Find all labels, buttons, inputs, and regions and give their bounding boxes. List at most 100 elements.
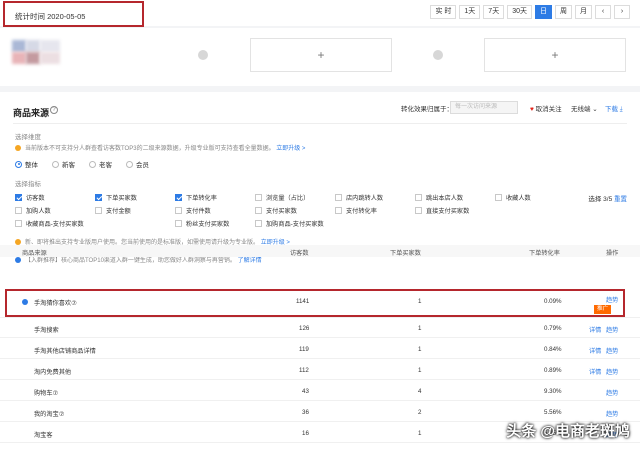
row-rate: 0.89%	[544, 367, 562, 374]
help-icon[interactable]: ?	[50, 106, 58, 114]
metric-visitors[interactable]: 访客数	[15, 193, 45, 202]
range-week-button[interactable]: 周	[555, 5, 572, 19]
dimension-notice: 当前版本不可支持分人群查看访客数TOP3的二级来源数据，升级专业版可支持查看全量…	[15, 143, 305, 152]
table-row[interactable]: 淘内免费其他 112 1 0.89% 详情 趋势	[0, 361, 640, 380]
date-range-display: 统计时间 2020-05-05	[3, 1, 144, 27]
add-product-card[interactable]: +	[250, 38, 392, 72]
radio-member[interactable]: 会员	[126, 159, 149, 169]
range-7day-button[interactable]: 7天	[483, 5, 505, 19]
row-rate: 5.56%	[544, 409, 562, 416]
product-compare-cards: + +	[0, 28, 640, 86]
metric-label: 选择指标	[15, 181, 41, 188]
cancel-follow-button[interactable]: ♥ 取消关注	[530, 103, 562, 113]
detail-link[interactable]: 详情	[589, 367, 601, 376]
download-button[interactable]: 下载 ⤓	[605, 103, 623, 114]
row-rate: 0.79%	[544, 325, 562, 332]
metric-pay-amount[interactable]: 支付金额	[95, 206, 131, 215]
metric-pay-items[interactable]: 支付件数	[175, 206, 211, 215]
metric-pay-buyers[interactable]: 支付买家数	[255, 206, 297, 215]
metric-fav-pay[interactable]: 收藏商品-支付买家数	[15, 219, 84, 228]
trend-link[interactable]: 趋势	[606, 346, 618, 355]
device-select[interactable]: 无线端 ⌄	[571, 103, 598, 113]
select-count: 选择 3/5 重置	[588, 196, 627, 203]
time-range-selector: 实 时 1天 7天 30天 日 周 月 ‹ ›	[430, 5, 630, 19]
trend-link[interactable]: 趋势	[606, 325, 618, 334]
range-day-button[interactable]: 日	[535, 5, 552, 19]
metric-add-cart[interactable]: 加购人数	[15, 206, 51, 215]
range-month-button[interactable]: 月	[575, 5, 592, 19]
metric-bounce[interactable]: 跳出本店人数	[415, 193, 463, 202]
col-buyers[interactable]: 下单买家数	[390, 248, 421, 257]
trend-link[interactable]: 趋势	[606, 367, 618, 376]
row-buyers: 1	[418, 325, 422, 332]
next-date-icon[interactable]: ›	[614, 5, 630, 19]
metric-cart-pay[interactable]: 加购商品-支付买家数	[255, 219, 324, 228]
row-buyers: 2	[418, 409, 422, 416]
metric-pageviews[interactable]: 浏览量（占比）	[255, 193, 309, 202]
detail-link[interactable]: 详情	[589, 325, 601, 334]
info-icon	[15, 257, 21, 263]
metric-pay-rate[interactable]: 支付转化率	[335, 206, 377, 215]
top-bar: 统计时间 2020-05-05 实 时 1天 7天 30天 日 周 月 ‹ ›	[0, 0, 640, 27]
row-visitors: 126	[299, 325, 310, 332]
reset-link[interactable]: 重置	[614, 196, 627, 203]
row-visitors: 112	[299, 367, 309, 374]
plus-icon: +	[317, 48, 325, 62]
prev-date-icon[interactable]: ‹	[595, 5, 611, 19]
trend-link[interactable]: 趋势	[606, 409, 618, 418]
range-1day-button[interactable]: 1天	[459, 5, 481, 19]
radio-overall[interactable]: 整体	[15, 159, 38, 169]
divider	[13, 123, 627, 124]
metric-direct-pay[interactable]: 直接支付买家数	[415, 206, 469, 215]
row-visitors: 36	[302, 409, 309, 416]
row-source: 购物车⑦	[34, 390, 59, 397]
row-source: 淘内免费其他	[34, 369, 72, 376]
conversion-label: 转化效果归属于：	[401, 106, 453, 113]
metric-order-rate[interactable]: 下单转化率	[175, 193, 217, 202]
learn-more-link[interactable]: 了解详情	[238, 258, 262, 264]
table-row[interactable]: 手淘其他店铺商品详情 119 1 0.84% 详情 趋势	[0, 340, 640, 359]
watermark: 头条 @电商老斑鸠	[506, 423, 630, 440]
warning-icon	[15, 145, 21, 151]
dimension-radios: 整体 新客 老客 会员	[15, 159, 149, 169]
row-highlight-box	[5, 289, 625, 317]
metric-fan-pay[interactable]: 粉丝支付买家数	[175, 219, 229, 228]
range-realtime-button[interactable]: 实 时	[430, 5, 457, 19]
plus-icon: +	[551, 48, 559, 62]
product-image-blurred	[12, 40, 64, 66]
metric-order-buyers[interactable]: 下单买家数	[95, 193, 137, 202]
row-source: 手淘其他店铺商品详情	[34, 348, 96, 355]
conversion-select[interactable]: 每一次访问来源	[450, 101, 518, 114]
row-source: 淘宝客	[34, 432, 53, 439]
col-rate[interactable]: 下单转化率	[529, 248, 560, 257]
metric-inner-jump[interactable]: 店内跳转人数	[335, 193, 383, 202]
row-buyers: 1	[418, 346, 422, 353]
detail-link[interactable]: 详情	[589, 346, 601, 355]
heart-icon: ♥	[530, 106, 534, 113]
row-source: 手淘搜索	[34, 327, 59, 334]
add-product-card[interactable]: +	[484, 38, 626, 72]
date-label: 统计时间 2020-05-05	[15, 12, 86, 21]
row-visitors: 43	[302, 388, 309, 395]
col-source: 商品来源	[22, 250, 47, 257]
row-buyers: 1	[418, 367, 422, 374]
dimension-label: 选择维度	[15, 134, 41, 141]
row-buyers: 1	[418, 430, 422, 437]
col-actions: 操作	[606, 250, 619, 257]
panel-title: 商品来源	[13, 108, 50, 118]
row-visitors: 119	[299, 346, 309, 353]
trend-link[interactable]: 趋势	[606, 388, 618, 397]
row-buyers: 4	[418, 388, 422, 395]
row-rate: 9.30%	[544, 388, 562, 395]
row-source: 我的淘宝⑦	[34, 411, 65, 418]
range-30day-button[interactable]: 30天	[507, 5, 532, 19]
upgrade-link[interactable]: 立即升级 >	[276, 146, 305, 152]
radio-old-customer[interactable]: 老客	[89, 159, 112, 169]
col-visitors[interactable]: 访客数	[290, 248, 309, 257]
table-row[interactable]: 手淘搜索 126 1 0.79% 详情 趋势	[0, 319, 640, 338]
row-rate: 0.84%	[544, 346, 562, 353]
row-visitors: 16	[302, 430, 309, 437]
metric-favorites[interactable]: 收藏人数	[495, 193, 531, 202]
table-row[interactable]: 购物车⑦ 43 4 9.30% 趋势	[0, 382, 640, 401]
radio-new-customer[interactable]: 新客	[52, 159, 75, 169]
